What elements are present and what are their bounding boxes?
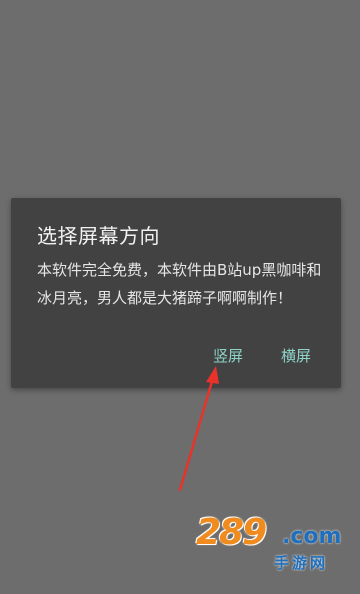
orientation-dialog: 选择屏幕方向 本软件完全免费，本软件由B站up黑咖啡和冰月亮，男人都是大猪蹄子啊… xyxy=(11,198,341,388)
portrait-button[interactable]: 竖屏 xyxy=(213,345,243,366)
watermark-subtitle: 手游网 xyxy=(274,554,329,572)
landscape-button[interactable]: 横屏 xyxy=(281,345,311,366)
site-watermark: 289 .com 手游网 xyxy=(196,512,352,584)
watermark-number: 289 xyxy=(196,512,267,553)
watermark-domain: .com xyxy=(282,524,342,549)
dialog-actions: 竖屏 横屏 xyxy=(213,345,311,366)
dialog-message: 本软件完全免费，本软件由B站up黑咖啡和冰月亮，男人都是大猪蹄子啊啊制作！ xyxy=(37,261,322,307)
dialog-title: 选择屏幕方向 xyxy=(37,224,160,248)
